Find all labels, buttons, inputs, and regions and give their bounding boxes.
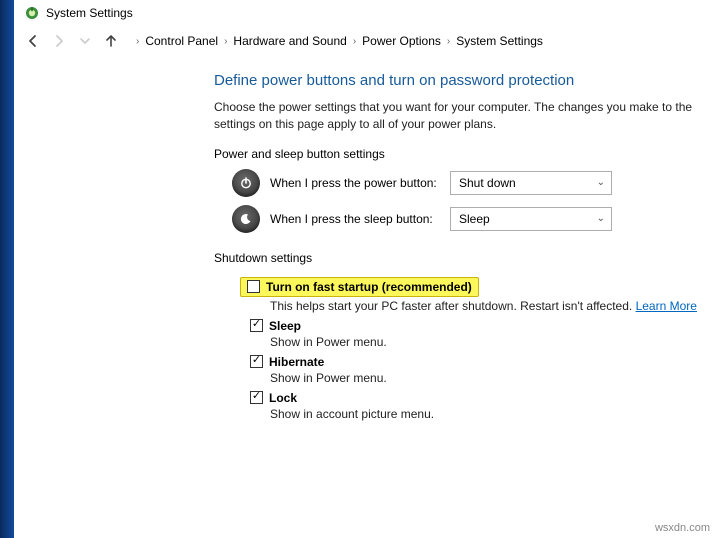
sleep-checkbox[interactable] [250, 319, 263, 332]
nav-toolbar: › Control Panel › Hardware and Sound › P… [14, 24, 720, 62]
chevron-right-icon[interactable]: › [447, 36, 450, 47]
lock-option-row: Lock [250, 391, 720, 405]
power-button-label: When I press the power button: [270, 176, 440, 190]
forward-button[interactable] [50, 32, 68, 50]
sleep-button-row: When I press the sleep button: Sleep ⌄ [232, 205, 720, 233]
sleep-button-dropdown[interactable]: Sleep ⌄ [450, 207, 612, 231]
chevron-right-icon[interactable]: › [136, 36, 139, 47]
power-options-icon [24, 5, 40, 21]
breadcrumb-control-panel[interactable]: Control Panel [145, 34, 218, 48]
breadcrumb: › Control Panel › Hardware and Sound › P… [136, 34, 543, 48]
moon-icon [232, 205, 260, 233]
titlebar: System Settings [14, 0, 720, 24]
hibernate-option-row: Hibernate [250, 355, 720, 369]
fast-startup-highlight: Turn on fast startup (recommended) [240, 277, 479, 297]
fast-startup-label: Turn on fast startup (recommended) [266, 280, 472, 294]
sleep-label: Sleep [269, 319, 301, 333]
page-description: Choose the power settings that you want … [214, 99, 720, 133]
sleep-button-value: Sleep [459, 212, 490, 226]
lock-desc: Show in account picture menu. [270, 407, 720, 421]
window-title: System Settings [46, 6, 133, 20]
power-icon [232, 169, 260, 197]
hibernate-desc: Show in Power menu. [270, 371, 720, 385]
chevron-down-icon: ⌄ [597, 177, 605, 188]
breadcrumb-hardware-sound[interactable]: Hardware and Sound [233, 34, 346, 48]
breadcrumb-system-settings[interactable]: System Settings [456, 34, 543, 48]
sleep-button-label: When I press the sleep button: [270, 212, 440, 226]
lock-checkbox[interactable] [250, 391, 263, 404]
lock-label: Lock [269, 391, 297, 405]
hibernate-label: Hibernate [269, 355, 324, 369]
up-button[interactable] [102, 32, 120, 50]
breadcrumb-power-options[interactable]: Power Options [362, 34, 441, 48]
chevron-right-icon[interactable]: › [353, 36, 356, 47]
window-accent-bar [0, 0, 14, 538]
recent-dropdown-icon[interactable] [76, 32, 94, 50]
sleep-option-row: Sleep [250, 319, 720, 333]
power-button-row: When I press the power button: Shut down… [232, 169, 720, 197]
watermark: wsxdn.com [655, 522, 710, 534]
power-button-dropdown[interactable]: Shut down ⌄ [450, 171, 612, 195]
learn-more-link[interactable]: Learn More [636, 299, 697, 313]
page-title: Define power buttons and turn on passwor… [214, 72, 720, 89]
fast-startup-checkbox[interactable] [247, 280, 260, 293]
button-settings-heading: Power and sleep button settings [214, 147, 720, 161]
shutdown-settings-heading: Shutdown settings [214, 251, 720, 265]
chevron-right-icon[interactable]: › [224, 36, 227, 47]
power-button-value: Shut down [459, 176, 516, 190]
hibernate-checkbox[interactable] [250, 355, 263, 368]
sleep-desc: Show in Power menu. [270, 335, 720, 349]
chevron-down-icon: ⌄ [597, 213, 605, 224]
fast-startup-desc: This helps start your PC faster after sh… [270, 299, 720, 313]
back-button[interactable] [24, 32, 42, 50]
